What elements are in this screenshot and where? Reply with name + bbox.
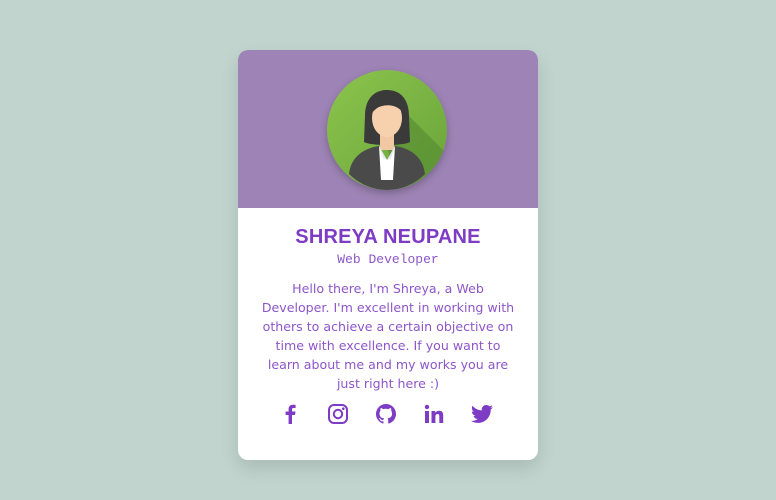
social-links xyxy=(278,402,498,426)
card-header xyxy=(238,50,538,208)
linkedin-link[interactable] xyxy=(422,402,446,426)
profile-bio: Hello there, I'm Shreya, a Web Developer… xyxy=(261,281,515,391)
profile-card: SHREYA NEUPANE Web Developer Hello there… xyxy=(238,50,538,460)
github-link[interactable] xyxy=(374,402,398,426)
instagram-link[interactable] xyxy=(326,402,350,426)
facebook-link[interactable] xyxy=(278,402,302,426)
github-icon xyxy=(376,404,396,424)
twitter-link[interactable] xyxy=(470,402,494,426)
facebook-icon xyxy=(285,404,296,424)
profile-role: Web Developer xyxy=(337,252,439,267)
twitter-icon xyxy=(471,405,493,423)
avatar xyxy=(327,70,447,190)
instagram-icon xyxy=(328,404,348,424)
profile-name: SHREYA NEUPANE xyxy=(295,226,481,248)
linkedin-icon xyxy=(424,404,444,423)
